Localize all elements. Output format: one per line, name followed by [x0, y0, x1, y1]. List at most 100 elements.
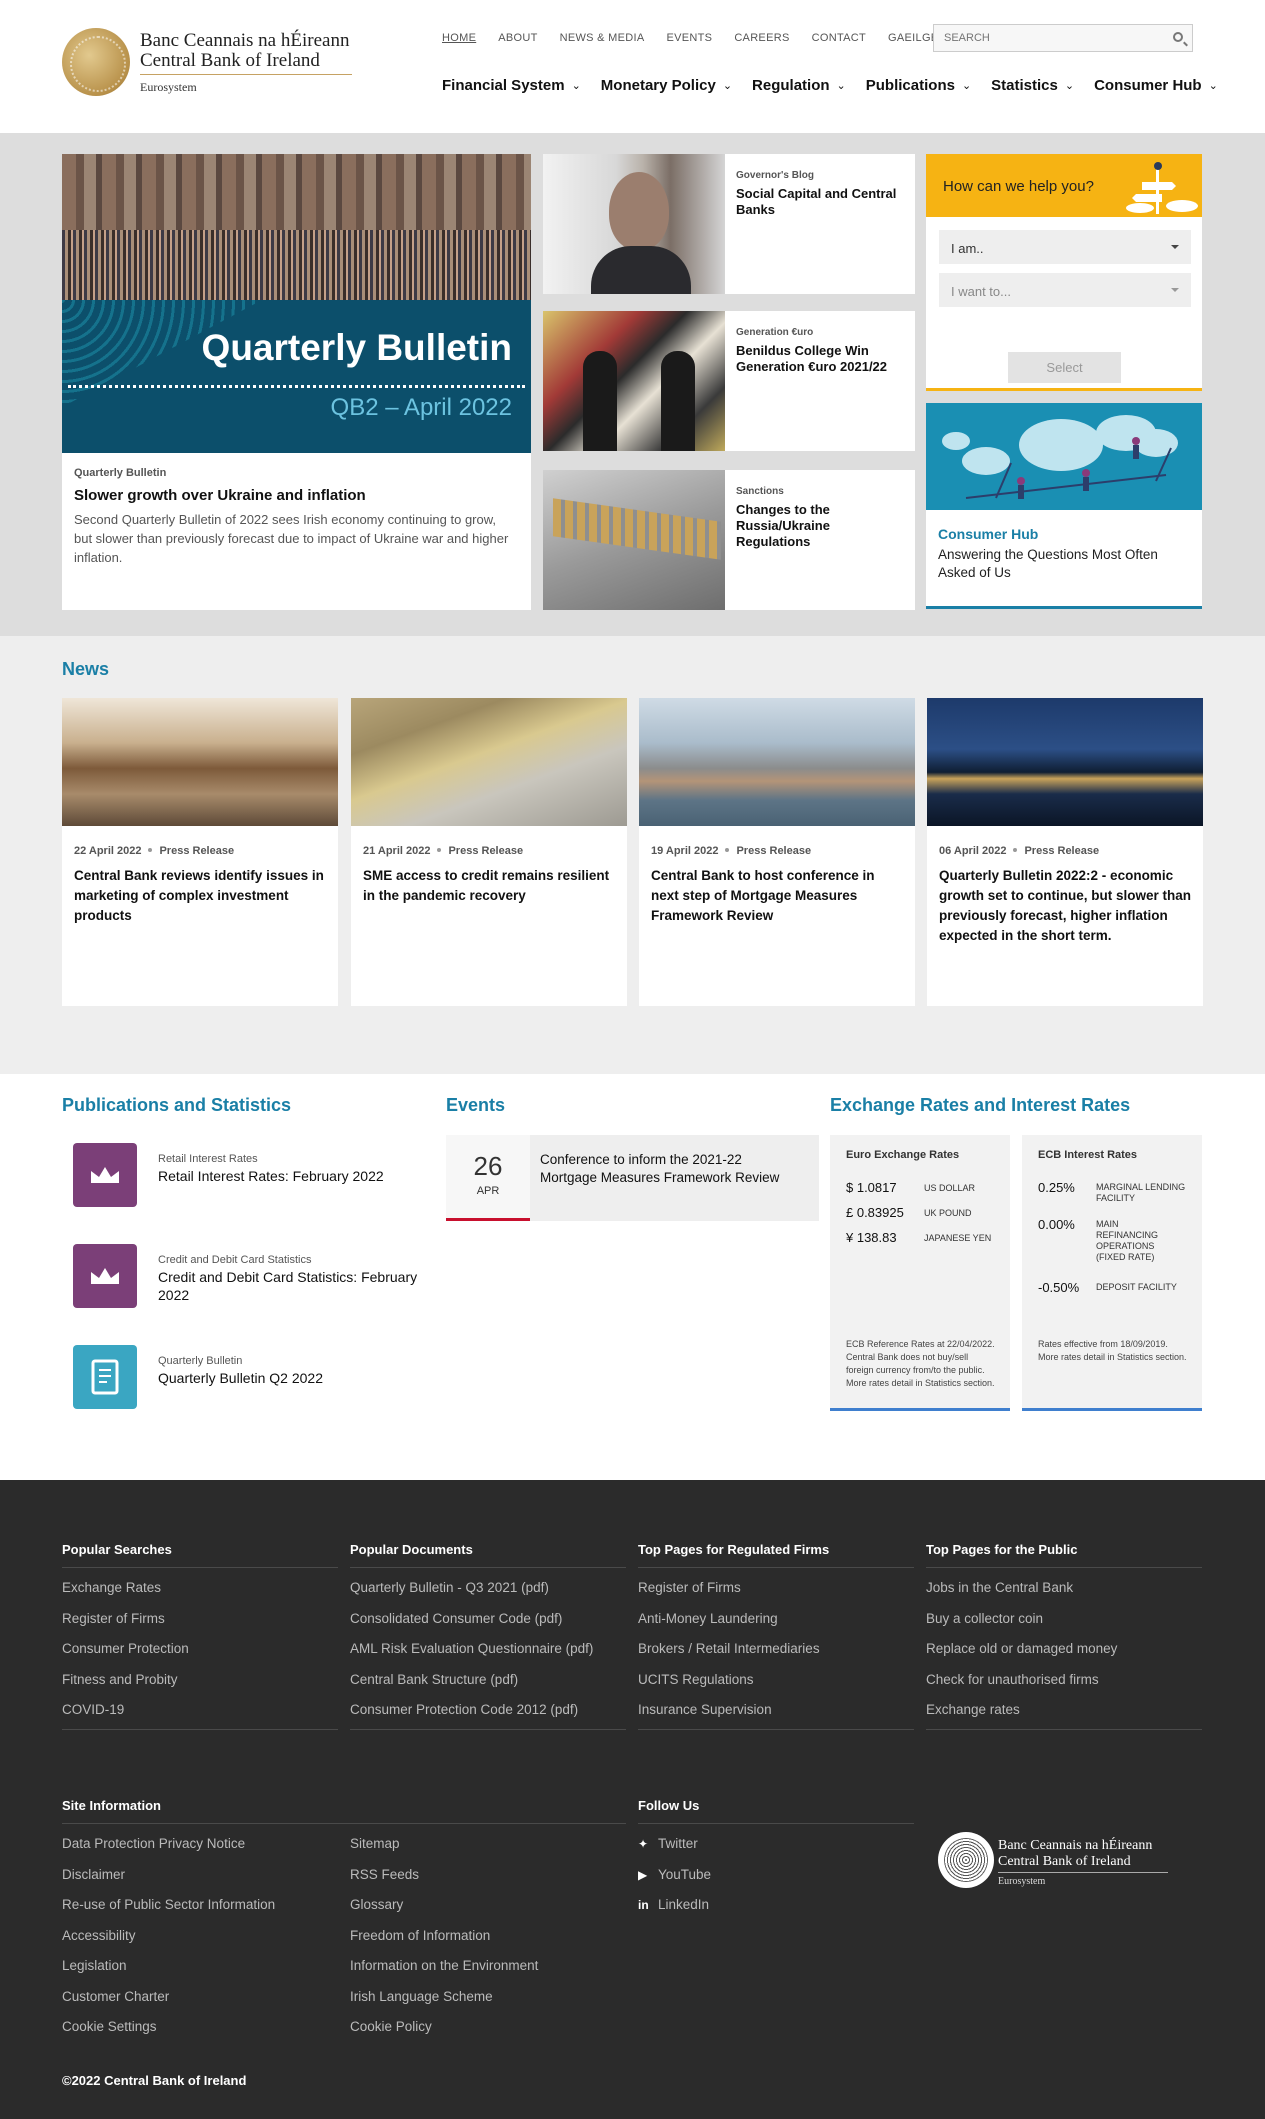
footer-link[interactable]: Check for unauthorised firms — [926, 1670, 1202, 1701]
footer-link[interactable]: Legislation — [62, 1956, 338, 1987]
footer-link[interactable]: Disclaimer — [62, 1865, 338, 1896]
menu-label: Financial System — [442, 77, 565, 94]
footer-link[interactable]: Quarterly Bulletin - Q3 2021 (pdf) — [350, 1578, 626, 1609]
card-category: Consumer Hub — [938, 526, 1039, 542]
governors-blog-card[interactable]: Governor's Blog Social Capital and Centr… — [543, 154, 915, 294]
publication-headline[interactable]: Quarterly Bulletin Q2 2022 — [158, 1369, 428, 1387]
card-headline[interactable]: Changes to the Russia/Ukraine Regulation… — [736, 502, 906, 550]
nav-home[interactable]: HOME — [442, 32, 476, 44]
card-headline[interactable]: Slower growth over Ukraine and inflation — [74, 487, 366, 504]
menu-publications[interactable]: Publications ⌄ — [866, 77, 971, 94]
logo-divider — [140, 74, 352, 75]
i-want-to-select[interactable]: I want to... — [939, 273, 1191, 307]
menu-regulation[interactable]: Regulation ⌄ — [752, 77, 846, 94]
news-headline[interactable]: Central Bank reviews identify issues in … — [74, 866, 326, 926]
footer-link[interactable]: Register of Firms — [62, 1609, 338, 1640]
event-title[interactable]: Conference to inform the 2021-22 Mortgag… — [540, 1151, 800, 1187]
footer-link[interactable]: Consumer Protection — [62, 1639, 338, 1670]
chevron-down-icon: ⌄ — [571, 80, 581, 92]
event-item[interactable]: 26 APR Conference to inform the 2021-22 … — [446, 1135, 819, 1221]
youtube-link[interactable]: ▶ YouTube — [638, 1865, 914, 1896]
news-card[interactable]: 22 April 2022 Press Release Central Bank … — [62, 698, 338, 1006]
nav-about[interactable]: ABOUT — [498, 32, 537, 44]
footer-link[interactable]: Customer Charter — [62, 1987, 338, 2018]
rate-value: 0.00% — [1038, 1217, 1075, 1232]
footer-logo[interactable]: Banc Ceannais na hÉireann Central Bank o… — [938, 1832, 1178, 1892]
card-headline[interactable]: Answering the Questions Most Often Asked… — [938, 546, 1188, 582]
twitter-link[interactable]: ✦ Twitter — [638, 1834, 914, 1865]
footer-link[interactable]: AML Risk Evaluation Questionnaire (pdf) — [350, 1639, 626, 1670]
featured-quarterly-bulletin-card[interactable]: Quarterly Bulletin QB2 – April 2022 Quar… — [62, 154, 531, 610]
footer-link[interactable]: Replace old or damaged money — [926, 1639, 1202, 1670]
footer-link[interactable]: Anti-Money Laundering — [638, 1609, 914, 1640]
footer-link[interactable]: Information on the Environment — [350, 1956, 626, 1987]
footer-link[interactable]: Glossary — [350, 1895, 626, 1926]
footer-link[interactable]: RSS Feeds — [350, 1865, 626, 1896]
central-bank-logo[interactable]: Banc Ceannais na hÉireann Central Bank o… — [62, 28, 352, 100]
footer-link[interactable]: COVID-19 — [62, 1700, 338, 1720]
footer-link[interactable]: Exchange Rates — [62, 1578, 338, 1609]
footer-link[interactable]: Freedom of Information — [350, 1926, 626, 1957]
footer-link[interactable]: Central Bank Structure (pdf) — [350, 1670, 626, 1701]
signpost-icon — [1126, 162, 1198, 214]
publication-item[interactable]: Quarterly Bulletin Quarterly Bulletin Q2… — [73, 1345, 433, 1411]
publication-headline[interactable]: Credit and Debit Card Statistics: Februa… — [158, 1268, 428, 1304]
news-card[interactable]: 21 April 2022 Press Release SME access to… — [351, 698, 627, 1006]
news-card[interactable]: 06 April 2022 Press Release Quarterly Bul… — [927, 698, 1203, 1006]
footer-link[interactable]: Irish Language Scheme — [350, 1987, 626, 2018]
select-button[interactable]: Select — [1008, 352, 1121, 383]
nav-events[interactable]: EVENTS — [667, 32, 713, 44]
card-headline[interactable]: Social Capital and Central Banks — [736, 186, 906, 218]
nav-gaeilge[interactable]: GAEILGE — [888, 32, 938, 44]
menu-statistics[interactable]: Statistics ⌄ — [991, 77, 1074, 94]
menu-monetary-policy[interactable]: Monetary Policy ⌄ — [601, 77, 732, 94]
footer-link[interactable]: Accessibility — [62, 1926, 338, 1957]
menu-financial-system[interactable]: Financial System ⌄ — [442, 77, 581, 94]
nav-contact[interactable]: CONTACT — [812, 32, 866, 44]
menu-consumer-hub[interactable]: Consumer Hub ⌄ — [1094, 77, 1218, 94]
nav-careers[interactable]: CAREERS — [734, 32, 789, 44]
select-value: I want to... — [951, 284, 1011, 299]
i-am-select[interactable]: I am.. — [939, 230, 1191, 264]
youtube-icon: ▶ — [638, 1867, 648, 1882]
consumer-hub-card[interactable]: Consumer Hub Answering the Questions Mos… — [926, 403, 1202, 609]
card-description: Second Quarterly Bulletin of 2022 sees I… — [74, 512, 509, 565]
footer-link[interactable]: Cookie Policy — [350, 2017, 626, 2048]
footer-link[interactable]: Re-use of Public Sector Information — [62, 1895, 338, 1926]
logo-eurosystem: Eurosystem — [998, 1876, 1046, 1887]
footer-column-popular-documents: Popular Documents Quarterly Bulletin - Q… — [350, 1542, 626, 1730]
footer-link[interactable]: Sitemap — [350, 1834, 626, 1865]
search-box — [933, 24, 1193, 52]
consumer-hub-illustration — [926, 403, 1202, 510]
rate-value: 0.25% — [1038, 1180, 1075, 1195]
news-headline[interactable]: Central Bank to host conference in next … — [651, 866, 903, 926]
card-bottom-rule — [926, 606, 1202, 609]
footer-link[interactable]: Brokers / Retail Intermediaries — [638, 1639, 914, 1670]
footer-link[interactable]: UCITS Regulations — [638, 1670, 914, 1701]
publication-item[interactable]: Retail Interest Rates Retail Interest Ra… — [73, 1143, 433, 1209]
footer-link[interactable]: Cookie Settings — [62, 2017, 338, 2048]
footer-link[interactable]: Fitness and Probity — [62, 1670, 338, 1701]
footer-link[interactable]: Consumer Protection Code 2012 (pdf) — [350, 1700, 626, 1720]
card-headline[interactable]: Benildus College Win Generation €uro 202… — [736, 343, 906, 375]
nav-news-media[interactable]: NEWS & MEDIA — [560, 32, 645, 44]
publication-item[interactable]: Credit and Debit Card Statistics Credit … — [73, 1244, 433, 1310]
footer-link[interactable]: Exchange rates — [926, 1700, 1202, 1720]
logo-eurosystem: Eurosystem — [140, 80, 197, 94]
generation-euro-card[interactable]: Generation €uro Benildus College Win Gen… — [543, 311, 915, 451]
footer-link[interactable]: Data Protection Privacy Notice — [62, 1834, 338, 1865]
footer-link[interactable]: Register of Firms — [638, 1578, 914, 1609]
search-icon[interactable] — [1173, 32, 1183, 42]
publication-headline[interactable]: Retail Interest Rates: February 2022 — [158, 1167, 428, 1185]
footer-link[interactable]: Buy a collector coin — [926, 1609, 1202, 1640]
news-headline[interactable]: SME access to credit remains resilient i… — [363, 866, 615, 906]
footer-link[interactable]: Jobs in the Central Bank — [926, 1578, 1202, 1609]
news-card[interactable]: 19 April 2022 Press Release Central Bank … — [639, 698, 915, 1006]
sanctions-card[interactable]: Sanctions Changes to the Russia/Ukraine … — [543, 470, 915, 610]
linkedin-link[interactable]: in LinkedIn — [638, 1895, 914, 1926]
event-month: APR — [476, 1185, 500, 1197]
news-headline[interactable]: Quarterly Bulletin 2022:2 - economic gro… — [939, 866, 1191, 946]
footer-link[interactable]: Insurance Supervision — [638, 1700, 914, 1720]
footer-link[interactable]: Consolidated Consumer Code (pdf) — [350, 1609, 626, 1640]
search-input[interactable] — [934, 25, 1154, 51]
